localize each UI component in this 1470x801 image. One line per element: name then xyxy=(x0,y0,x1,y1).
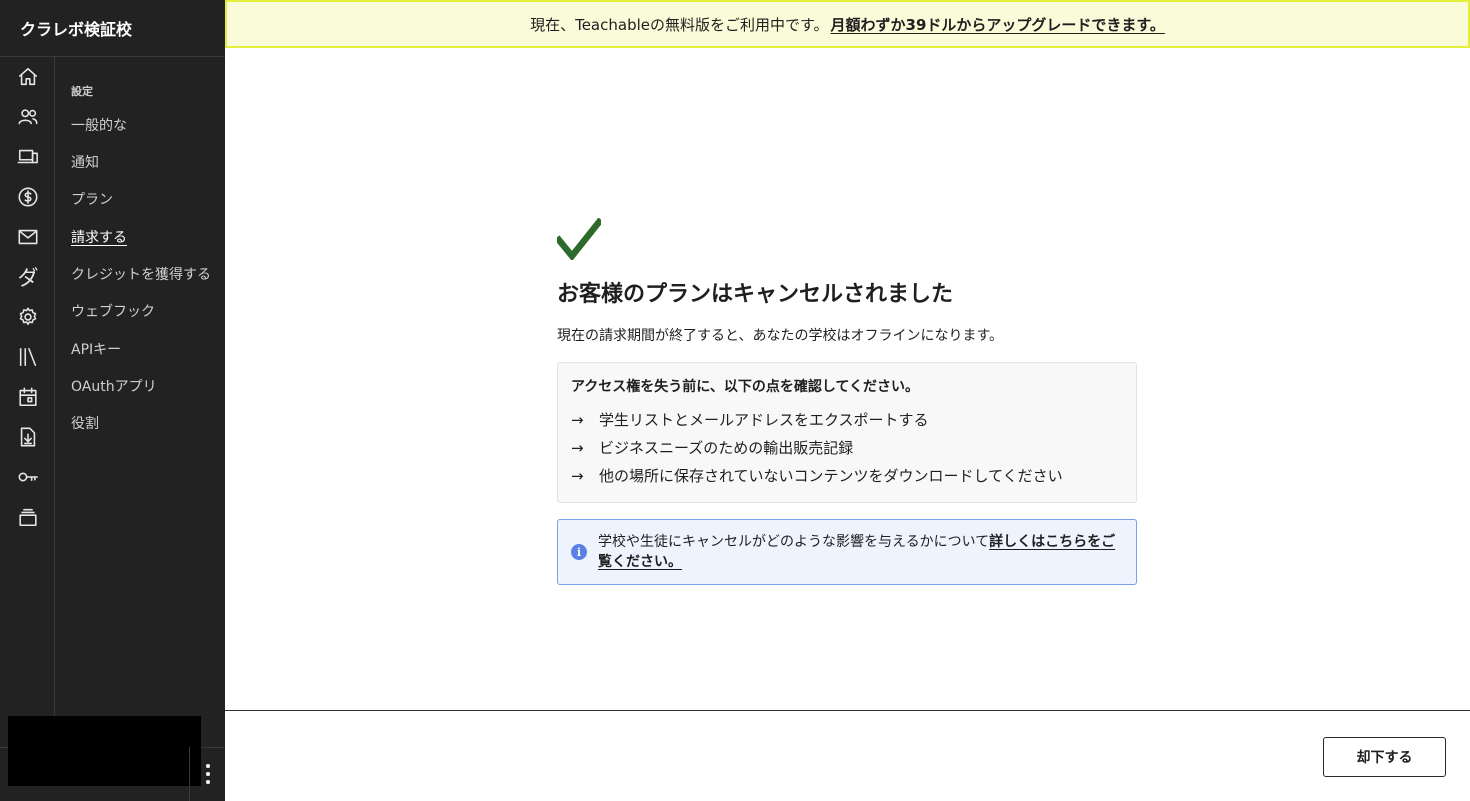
stack-icon[interactable] xyxy=(16,505,40,529)
footer-bar: 却下する xyxy=(225,710,1470,801)
arrow-right-icon: → xyxy=(571,410,584,429)
home-icon[interactable] xyxy=(16,65,40,89)
subnav-item-oauth-apps[interactable]: OAuthアプリ xyxy=(71,376,157,396)
library-icon[interactable] xyxy=(16,345,40,369)
checklist-item: → 学生リストとメールアドレスをエクスポートする xyxy=(571,409,929,430)
arrow-right-icon: → xyxy=(571,438,584,457)
page-title: お客様のプランはキャンセルされました xyxy=(557,281,954,307)
da-glyph: ダ xyxy=(17,266,39,290)
info-text: 学校や生徒にキャンセルがどのような影響を与えるかについて詳しくはこちらをご覧くだ… xyxy=(598,532,1126,572)
dismiss-button[interactable]: 却下する xyxy=(1323,737,1446,777)
checklist-item-label: 学生リストとメールアドレスをエクスポートする xyxy=(599,411,929,429)
kebab-menu-icon xyxy=(205,762,210,786)
info-callout: i 学校や生徒にキャンセルがどのような影響を与えるかについて詳しくはこちらをご覧… xyxy=(557,519,1137,585)
upgrade-link[interactable]: 月額わずか39ドルからアップグレードできます。 xyxy=(831,14,1165,35)
download-icon[interactable] xyxy=(16,425,40,449)
subnav-item-plan[interactable]: プラン xyxy=(71,189,113,209)
pre-offline-checklist: アクセス権を失う前に、以下の点を確認してください。 → 学生リストとメールアドレ… xyxy=(557,362,1137,503)
key-icon[interactable] xyxy=(16,465,40,489)
subnav-item-roles[interactable]: 役割 xyxy=(71,413,99,433)
checklist-item-label: 他の場所に保存されていないコンテンツをダウンロードしてください xyxy=(599,467,1063,485)
devices-icon[interactable] xyxy=(16,145,40,169)
user-profile-redacted[interactable] xyxy=(8,716,201,786)
info-icon: i xyxy=(571,544,587,560)
subnav-item-notifications[interactable]: 通知 xyxy=(71,152,99,172)
sidebar: クラレボ検証校 ダ 設定 一般的な 通知 プラン 請求する クレジットを獲得する… xyxy=(0,0,225,801)
icon-rail: ダ xyxy=(0,57,55,747)
info-message: 学校や生徒にキャンセルがどのような影響を与えるかについて xyxy=(598,534,990,550)
subnav-item-api-keys[interactable]: APIキー xyxy=(71,339,121,359)
upgrade-banner: 現在、Teachableの無料版をご利用中です。 月額わずか39ドルからアップグ… xyxy=(225,0,1470,48)
subnav-item-webhooks[interactable]: ウェブフック xyxy=(71,301,155,321)
dollar-icon[interactable] xyxy=(16,185,40,209)
checkmark-icon xyxy=(554,217,604,262)
mail-icon[interactable] xyxy=(16,225,40,249)
calendar-icon[interactable] xyxy=(16,385,40,409)
subnav-item-billing[interactable]: 請求する xyxy=(71,227,127,247)
page-subtitle: 現在の請求期間が終了すると、あなたの学校はオフラインになります。 xyxy=(557,328,1004,344)
checklist-item: → 他の場所に保存されていないコンテンツをダウンロードしてください xyxy=(571,465,1063,486)
more-options-button[interactable] xyxy=(189,747,225,801)
banner-text: 現在、Teachableの無料版をご利用中です。 xyxy=(530,15,829,34)
checklist-item: → ビジネスニーズのための輸出販売記録 xyxy=(571,437,853,458)
settings-heading: 設定 xyxy=(71,85,93,98)
da-icon[interactable]: ダ xyxy=(16,265,40,290)
checklist-item-label: ビジネスニーズのための輸出販売記録 xyxy=(599,439,854,457)
users-icon[interactable] xyxy=(16,105,40,129)
subnav-item-earn-credits[interactable]: クレジットを獲得する xyxy=(71,264,211,284)
settings-icon[interactable] xyxy=(16,305,40,329)
subnav-item-general[interactable]: 一般的な xyxy=(71,115,127,135)
arrow-right-icon: → xyxy=(571,466,584,485)
school-name[interactable]: クラレボ検証校 xyxy=(0,0,225,57)
checklist-title: アクセス権を失う前に、以下の点を確認してください。 xyxy=(571,379,920,395)
